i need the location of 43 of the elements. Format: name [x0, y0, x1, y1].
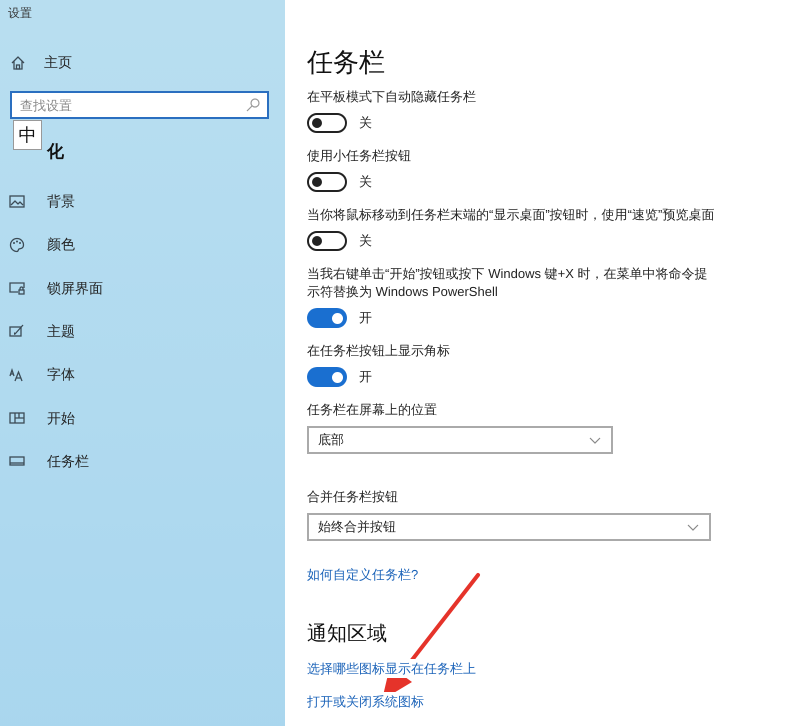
setting-label: 使用小任务栏按钮 — [307, 147, 411, 165]
toggle-state-label: 开 — [359, 368, 372, 386]
toggle-switch[interactable] — [307, 113, 347, 133]
toggle-state-label: 关 — [359, 173, 372, 192]
setting-label: 任务栏在屏幕上的位置 — [307, 401, 437, 419]
home-icon — [10, 54, 26, 70]
toggle-switch[interactable] — [307, 231, 347, 251]
nav-item[interactable]: 任务栏 — [9, 450, 89, 472]
toggle-switch[interactable] — [307, 308, 347, 328]
lock-screen-icon — [9, 280, 25, 296]
section-heading: 化 — [47, 141, 64, 163]
nav-item[interactable]: 背景 — [9, 191, 75, 212]
image-icon — [9, 194, 25, 210]
nav-item[interactable]: 锁屏界面 — [9, 278, 103, 299]
nav-item[interactable]: 开始 — [9, 408, 75, 428]
font-icon — [9, 366, 25, 383]
page-title: 任务栏 — [307, 46, 385, 79]
theme-brush-icon — [9, 323, 25, 340]
dropdown[interactable]: 底部 — [307, 426, 613, 454]
setting-label: 当我右键单击“开始”按钮或按下 Windows 键+X 时，在菜单中将命令提示符替换为 Windows PowerShell — [307, 265, 708, 301]
start-tiles-icon — [9, 410, 25, 426]
toggle-state-label: 关 — [359, 232, 372, 250]
toggle-state-label: 关 — [359, 114, 372, 132]
toggle-switch[interactable] — [307, 367, 347, 387]
palette-icon — [9, 236, 25, 253]
settings-link[interactable]: 选择哪些图标显示在任务栏上 — [307, 658, 476, 678]
nav-item[interactable]: 主题 — [9, 320, 75, 342]
setting-label: 合并任务栏按钮 — [307, 488, 398, 506]
toggle-state-label: 开 — [359, 309, 372, 328]
dropdown[interactable]: 始终合并按钮 — [307, 513, 711, 541]
nav-item[interactable]: 字体 — [9, 364, 75, 386]
section-heading: 通知区域 — [307, 622, 387, 646]
setting-label: 在平板模式下自动隐藏任务栏 — [307, 88, 476, 106]
help-link[interactable]: 如何自定义任务栏? — [307, 565, 418, 584]
nav-item[interactable]: 颜色 — [9, 234, 75, 256]
window-title: 设置 — [8, 5, 32, 22]
setting-label: 在任务栏按钮上显示角标 — [307, 342, 450, 360]
home-nav-item[interactable]: 主页 — [10, 52, 72, 73]
search-icon — [245, 97, 261, 113]
toggle-switch[interactable] — [307, 172, 347, 192]
setting-label: 当你将鼠标移动到任务栏末端的“显示桌面”按钮时，使用“速览”预览桌面 — [307, 206, 714, 224]
ime-indicator: 中 — [13, 120, 42, 150]
search-field[interactable]: 查找设置 — [10, 91, 269, 119]
